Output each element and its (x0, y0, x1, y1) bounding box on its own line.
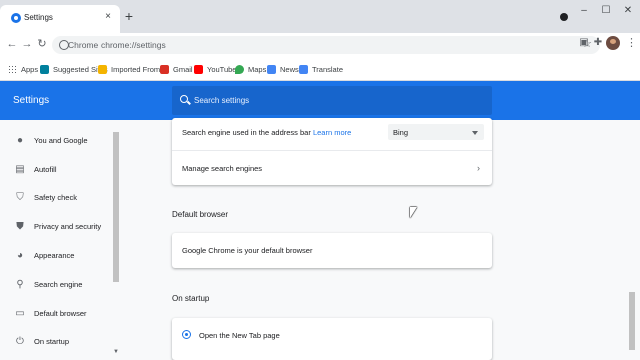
sidebar-item-privacy-and-security[interactable]: ⛊ Privacy and security (0, 218, 112, 236)
manage-search-engines-label[interactable]: Manage search engines (182, 164, 262, 173)
search-settings-input[interactable]: Search settings (172, 86, 492, 115)
bookmark-translate[interactable]: Translate (299, 62, 343, 76)
tab-settings[interactable]: Settings × (0, 5, 120, 33)
address-bar[interactable]: Chrome chrome://settings ☆ (52, 36, 600, 54)
browser-toolbar: ← → ↻ Chrome chrome://settings ☆ (0, 33, 640, 57)
sidebar-item-appearance[interactable]: ◕ Appearance (0, 247, 112, 265)
site-label: Chrome (68, 40, 99, 50)
bookmark-news[interactable]: News (267, 62, 299, 76)
reload-button[interactable]: ↻ (35, 37, 49, 51)
search-engine-row-text: Search engine used in the address bar Le… (182, 128, 352, 137)
tab-strip: Settings × + – ☐ ✕ (0, 0, 640, 33)
news-icon (267, 64, 276, 74)
close-window-button[interactable]: ✕ (618, 4, 638, 18)
forward-button[interactable]: → (20, 37, 34, 51)
bookmark-imported-from-ie[interactable]: Imported From IE (98, 62, 169, 76)
bing-icon (40, 64, 49, 74)
on-startup-card: Open the New Tab page (172, 318, 492, 360)
new-tab-button[interactable]: + (122, 9, 136, 23)
youtube-icon (194, 64, 203, 74)
search-engine-select[interactable]: Bing (388, 124, 484, 140)
back-button[interactable]: ← (5, 37, 19, 51)
maps-pin-icon (235, 64, 244, 74)
bookmark-maps[interactable]: Maps (235, 62, 266, 76)
clipboard-icon: ▤ (15, 164, 25, 175)
settings-gear-icon (11, 13, 21, 23)
url-text[interactable]: chrome://settings (101, 40, 166, 50)
dropdown-arrow-icon (472, 131, 478, 135)
search-engine-icon: ⚲ (16, 279, 24, 290)
apps-grid-icon (8, 64, 17, 74)
palette-icon: ◕ (16, 250, 24, 261)
scroll-down-arrow-icon[interactable]: ▼ (113, 349, 119, 355)
mouse-cursor-icon (410, 207, 417, 218)
search-icon (180, 95, 188, 103)
translate-icon (299, 64, 308, 74)
sidebar-item-on-startup[interactable]: ⏻ On startup (0, 333, 112, 351)
shield-check-icon: ⛉ (16, 192, 24, 203)
folder-icon (98, 64, 107, 74)
settings-header: Settings Search settings (0, 81, 640, 120)
tab-close-icon[interactable]: × (102, 11, 114, 23)
bookmark-apps[interactable]: Apps (8, 62, 38, 76)
search-engine-card: Search engine used in the address bar Le… (172, 118, 492, 185)
sidebar-item-autofill[interactable]: ▤ Autofill (0, 161, 112, 179)
default-browser-heading: Default browser (172, 210, 229, 219)
extension-icon[interactable]: ▣ (578, 37, 590, 49)
shield-icon: ⛊ (16, 221, 24, 232)
browser-window-icon: ▭ (15, 308, 25, 319)
sidebar-item-search-engine[interactable]: ⚲ Search engine (0, 276, 112, 294)
bookmark-gmail[interactable]: Gmail (160, 62, 193, 76)
new-tab-page-option[interactable]: Open the New Tab page (199, 331, 280, 340)
chevron-right-icon[interactable]: › (477, 163, 480, 173)
person-icon: ● (16, 135, 24, 146)
bookmark-youtube[interactable]: YouTube (194, 62, 236, 76)
bookmarks-bar: Apps Suggested Sites Imported From IE Gm… (0, 57, 640, 81)
tab-title: Settings (24, 13, 53, 22)
sidebar-item-default-browser[interactable]: ▭ Default browser (0, 305, 112, 323)
chrome-menu-icon[interactable]: ⋮ (626, 37, 637, 49)
divider (172, 150, 492, 151)
sidebar-item-you-and-google[interactable]: ● You and Google (0, 132, 112, 150)
settings-sidebar: ● You and Google ▤ Autofill ⛉ Safety che… (0, 120, 112, 360)
on-startup-heading: On startup (172, 294, 210, 303)
minimize-button[interactable]: – (574, 4, 594, 18)
search-placeholder: Search settings (194, 96, 250, 105)
media-indicator-icon[interactable] (560, 13, 568, 21)
page-title: Settings (13, 95, 50, 106)
maximize-button[interactable]: ☐ (596, 4, 616, 18)
search-engine-selected: Bing (393, 128, 409, 137)
learn-more-link[interactable]: Learn more (313, 128, 351, 137)
sidebar-scrollbar[interactable] (113, 132, 119, 282)
main-scrollbar[interactable] (629, 292, 635, 350)
radio-new-tab-page[interactable] (182, 330, 191, 339)
sidebar-item-safety-check[interactable]: ⛉ Safety check (0, 189, 112, 207)
profile-avatar[interactable] (606, 36, 620, 50)
power-icon: ⏻ (16, 336, 24, 347)
puzzle-extensions-icon[interactable]: ✚ (592, 37, 604, 49)
default-browser-status: Google Chrome is your default browser (182, 246, 313, 255)
gmail-icon (160, 64, 169, 74)
default-browser-card: Google Chrome is your default browser (172, 233, 492, 268)
